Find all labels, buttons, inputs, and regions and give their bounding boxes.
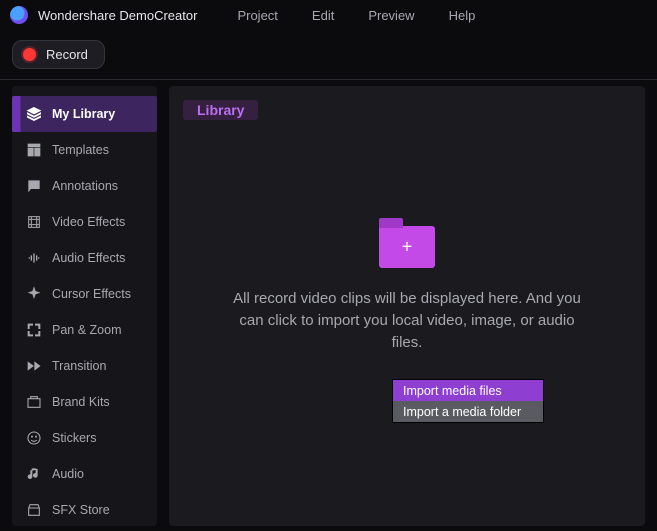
record-dot-icon — [23, 48, 36, 61]
sidebar-item-cursor-effects[interactable]: Cursor Effects — [12, 276, 157, 312]
import-context-menu: Import media files Import a media folder — [393, 380, 543, 422]
template-icon — [26, 142, 42, 158]
stickers-icon — [26, 430, 42, 446]
sidebar-item-label: Cursor Effects — [52, 287, 131, 301]
sidebar-item-templates[interactable]: Templates — [12, 132, 157, 168]
sidebar-item-stickers[interactable]: Stickers — [12, 420, 157, 456]
sidebar-item-label: Video Effects — [52, 215, 125, 229]
sidebar-item-video-effects[interactable]: Video Effects — [12, 204, 157, 240]
sidebar-item-audio-effects[interactable]: Audio Effects — [12, 240, 157, 276]
menu-import-media-files[interactable]: Import media files — [393, 380, 543, 401]
sidebar-item-transition[interactable]: Transition — [12, 348, 157, 384]
sidebar-item-label: Transition — [52, 359, 106, 373]
import-folder-icon: + — [379, 226, 435, 268]
pan-zoom-icon — [26, 322, 42, 338]
plus-icon: + — [402, 237, 413, 258]
audio-effects-icon — [26, 250, 42, 266]
empty-library-area[interactable]: + All record video clips will be display… — [169, 226, 645, 353]
brand-kits-icon — [26, 394, 42, 410]
library-tag: Library — [183, 100, 258, 120]
sidebar-item-pan-zoom[interactable]: Pan & Zoom — [12, 312, 157, 348]
sidebar-item-brand-kits[interactable]: Brand Kits — [12, 384, 157, 420]
sidebar-item-label: Audio — [52, 467, 84, 481]
menu-edit[interactable]: Edit — [312, 8, 334, 23]
app-logo-icon — [10, 6, 28, 24]
sidebar-item-label: Brand Kits — [52, 395, 110, 409]
menu-help[interactable]: Help — [449, 8, 476, 23]
app-title: Wondershare DemoCreator — [38, 8, 197, 23]
sidebar-item-label: SFX Store — [52, 503, 110, 517]
video-effects-icon — [26, 214, 42, 230]
sidebar-item-sfx-store[interactable]: SFX Store — [12, 492, 157, 526]
sidebar-item-label: Audio Effects — [52, 251, 125, 265]
sidebar: My Library Templates Annotations Video E… — [12, 86, 157, 526]
layers-icon — [26, 106, 42, 122]
sidebar-item-label: Stickers — [52, 431, 96, 445]
sidebar-item-label: Pan & Zoom — [52, 323, 121, 337]
main-area: My Library Templates Annotations Video E… — [0, 80, 657, 526]
sfx-store-icon — [26, 502, 42, 518]
record-button[interactable]: Record — [12, 40, 105, 69]
cursor-effects-icon — [26, 286, 42, 302]
menu-import-media-folder[interactable]: Import a media folder — [393, 401, 543, 422]
content-panel: Library + All record video clips will be… — [169, 86, 645, 526]
toolbar: Record — [0, 30, 657, 80]
sidebar-item-audio[interactable]: Audio — [12, 456, 157, 492]
menu-preview[interactable]: Preview — [368, 8, 414, 23]
menu-project[interactable]: Project — [237, 8, 277, 23]
sidebar-item-my-library[interactable]: My Library — [12, 96, 157, 132]
audio-icon — [26, 466, 42, 482]
menubar: Project Edit Preview Help — [237, 8, 475, 23]
titlebar: Wondershare DemoCreator Project Edit Pre… — [0, 0, 657, 30]
sidebar-item-label: Templates — [52, 143, 109, 157]
annotation-icon — [26, 178, 42, 194]
sidebar-item-label: Annotations — [52, 179, 118, 193]
sidebar-item-annotations[interactable]: Annotations — [12, 168, 157, 204]
sidebar-item-label: My Library — [52, 107, 115, 121]
record-button-label: Record — [46, 47, 88, 62]
transition-icon — [26, 358, 42, 374]
empty-library-message: All record video clips will be displayed… — [227, 288, 587, 353]
